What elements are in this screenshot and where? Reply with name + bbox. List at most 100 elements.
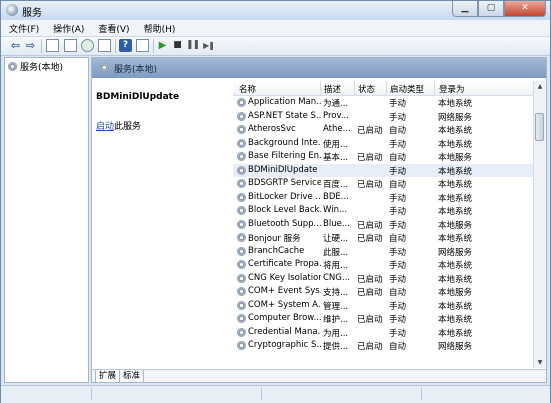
tab-standard[interactable]: 标准 [119,370,145,382]
menu-view[interactable]: 查看(V) [90,20,135,36]
service-name: Bonjour 服务 [248,234,301,244]
gear-icon [237,111,246,121]
show-action-pane-icon[interactable] [136,39,149,52]
menu-file[interactable]: 文件(F) [1,20,45,36]
stop-service-icon[interactable]: ■ [171,39,184,52]
scroll-up-icon[interactable]: ▲ [534,81,546,92]
service-startup-type: 自动 [389,153,407,163]
start-service-text: 启动此服务 [96,119,141,132]
close-button[interactable]: ✕ [504,1,546,17]
maximize-button[interactable]: ▢ [478,1,504,17]
service-startup-type: 自动 [389,288,407,298]
scroll-down-icon[interactable]: ▼ [534,357,546,368]
column-divider[interactable] [354,81,355,95]
service-log-on-as: 本地系统 [438,315,473,325]
scrollbar-thumb[interactable] [535,113,544,141]
service-startup-type: 手动 [389,328,407,339]
service-log-on-as: 本地系统 [438,139,473,150]
table-row[interactable]: Background Inte... 使用... 手动 本地系统 [233,137,533,151]
table-row[interactable]: Application Man... 为通... 手动 本地系统 [233,96,533,110]
forward-arrow-icon[interactable]: ⇨ [24,39,37,52]
console-tree-toggle-icon[interactable] [46,39,59,52]
gear-icon [237,260,246,269]
column-header-name[interactable]: 名称 [239,83,256,95]
service-log-on-as: 本地系统 [438,207,473,217]
menu-help[interactable]: 帮助(H) [136,20,182,36]
table-row[interactable]: CNG Key Isolation CNG... 已启动 手动 本地系统 [233,272,533,286]
start-service-icon[interactable]: ▶ [156,39,169,52]
toolbar-separator [153,39,154,53]
table-row[interactable]: BitLocker Drive ... BDE... 手动 本地系统 [233,191,533,205]
column-divider[interactable] [434,81,435,95]
column-divider[interactable] [386,81,387,95]
table-row[interactable]: BDMiniDlUpdate 手动 本地系统 [233,163,533,177]
tree-item-services-local[interactable]: 服务(本地) [8,60,63,73]
service-name: ASP.NET State S... [248,110,321,121]
service-status: 已启动 [357,342,383,352]
service-description: 使用... [323,139,349,150]
table-row[interactable]: ASP.NET State S... Prov... 手动 网络服务 [233,110,533,124]
toolbar: ⇦ ⇨ ? ▶ ■ ❚❚ ▶❚ [1,37,550,56]
refresh-icon[interactable] [81,39,94,52]
column-divider[interactable] [320,81,321,95]
column-header-description[interactable]: 描述 [324,83,341,95]
column-header-status[interactable]: 状态 [358,83,375,95]
table-row[interactable]: Block Level Back... Win... 手动 本地系统 [233,204,533,218]
restart-service-icon[interactable]: ▶❚ [202,39,215,52]
service-description: 基本... [323,153,349,163]
properties-icon[interactable] [64,39,77,52]
service-description: 管理... [323,301,349,312]
help-icon[interactable]: ? [119,39,132,52]
service-startup-type: 手动 [389,193,407,204]
table-row[interactable]: BDSGRTP Service 百度... 已启动 自动 本地系统 [233,177,533,191]
service-log-on-as: 网络服务 [438,112,473,123]
menu-action[interactable]: 操作(A) [45,20,90,36]
start-service-link[interactable]: 启动 [96,122,114,132]
gear-icon [237,192,246,202]
title-bar: 服务 ▁ ▢ ✕ [1,1,550,20]
service-name: Application Man... [248,97,321,107]
service-name: Computer Brow... [248,313,321,323]
table-row[interactable]: Bluetooth Supp... Blue... 已启动 手动 本地服务 [233,218,533,232]
gear-icon [237,152,246,161]
service-name: BDSGRTP Service [248,178,321,188]
gear-icon [237,219,246,229]
gear-icon [100,63,109,72]
service-name: Credential Mana... [248,326,321,337]
service-startup-type: 手动 [389,112,407,123]
back-arrow-icon[interactable]: ⇦ [9,39,22,52]
service-name: BDMiniDlUpdate [248,164,318,175]
column-header-log-on-as[interactable]: 登录为 [439,83,465,95]
table-row[interactable]: Bonjour 服务 让硬... 已启动 自动 本地系统 [233,231,533,245]
gear-icon [237,314,246,323]
table-row[interactable]: AtherosSvc Athe... 已启动 自动 本地系统 [233,123,533,137]
table-row[interactable]: Certificate Propa... 将用... 手动 本地系统 [233,258,533,272]
service-startup-type: 手动 [389,207,407,217]
table-row[interactable]: BranchCache 此服... 手动 网络服务 [233,245,533,259]
table-row[interactable]: Base Filtering En... 基本... 已启动 自动 本地服务 [233,150,533,164]
table-row[interactable]: Credential Mana... 为用... 手动 本地系统 [233,326,533,340]
table-row[interactable]: COM+ Event Sys... 支持... 已启动 自动 本地服务 [233,285,533,299]
service-status: 已启动 [357,220,383,231]
service-rows: Application Man... 为通... 手动 本地系统 ASP.NET Sta… [233,96,533,353]
gear-icon [8,62,17,71]
minimize-button[interactable]: ▁ [452,1,478,17]
gear-icon [237,206,246,215]
service-description: 此服... [323,247,349,258]
service-startup-type: 手动 [389,99,407,109]
service-name: BitLocker Drive ... [248,191,321,202]
service-status: 已启动 [357,288,383,298]
column-header-startup-type[interactable]: 启动类型 [390,83,424,95]
gear-icon [237,246,246,256]
selected-service-name: BDMiniDlUpdate [96,92,180,102]
table-row[interactable]: Cryptographic S... 提供... 已启动 自动 网络服务 [233,339,533,353]
table-row[interactable]: Computer Brow... 维护... 已启动 手动 本地系统 [233,312,533,326]
tree-item-label: 服务(本地) [20,63,64,73]
pause-service-icon[interactable]: ❚❚ [186,39,200,52]
table-row[interactable]: COM+ System A... 管理... 手动 本地系统 [233,299,533,313]
service-startup-type: 手动 [389,274,407,285]
vertical-scrollbar[interactable]: ▲ ▼ [533,81,546,368]
service-startup-type: 自动 [389,342,407,352]
tab-extended[interactable]: 扩展 [95,370,121,382]
export-list-icon[interactable] [98,39,111,52]
